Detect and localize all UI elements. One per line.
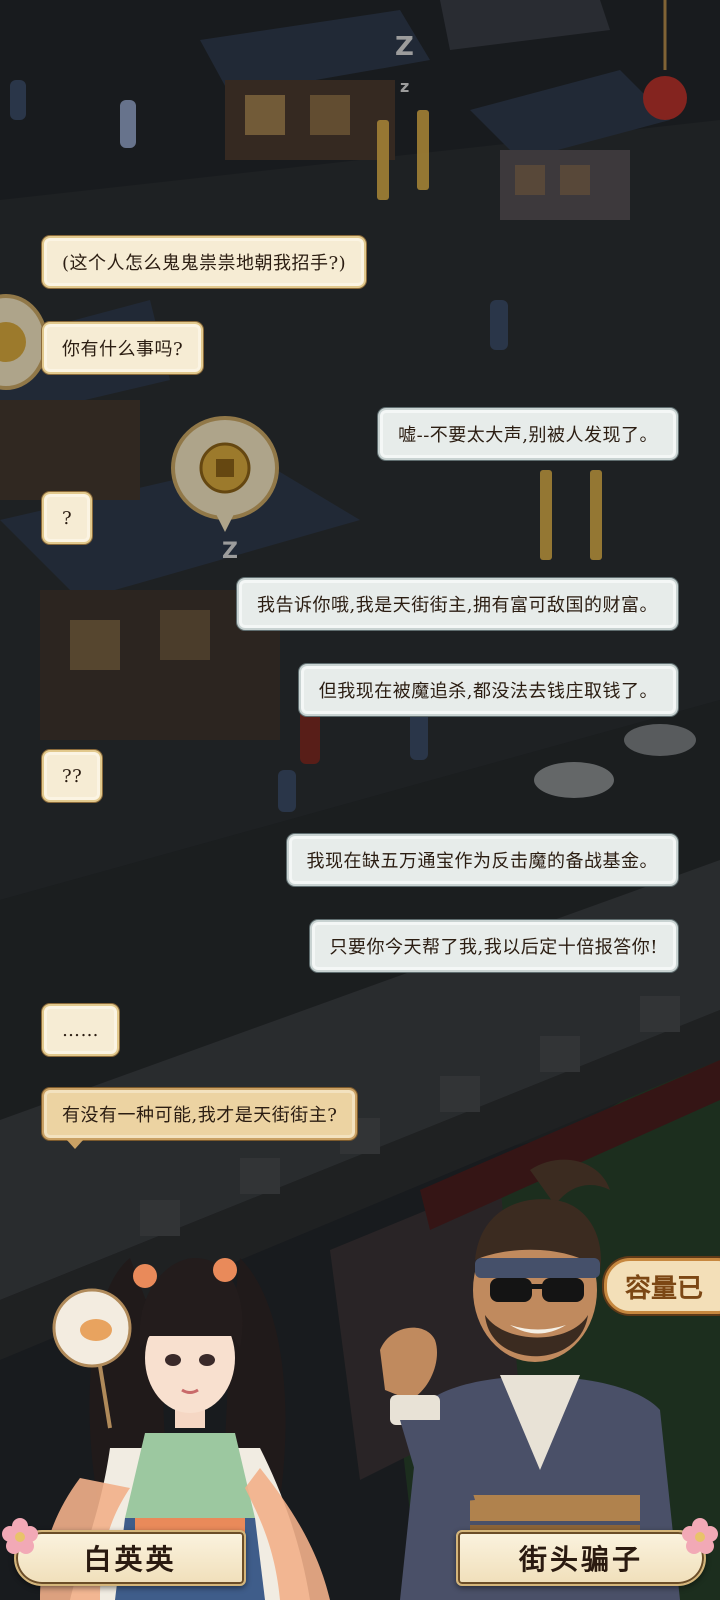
capacity-text: 容量已 <box>625 1273 704 1304</box>
dialogue-bubble-right: 但我现在被魔追杀,都没法去钱庄取钱了。 <box>298 664 678 716</box>
dialogue-bubble-right: 我现在缺五万通宝作为反击魔的备战基金。 <box>286 834 678 886</box>
dialogue-bubble-right: 只要你今天帮了我,我以后定十倍报答你! <box>309 920 678 972</box>
dialogue-text: 我告诉你哦,我是天街街主,拥有富可敌国的财富。 <box>257 595 658 616</box>
dialogue-text: 嘘--不要太大声,别被人发现了。 <box>398 425 658 446</box>
dialogue-bubble-left: …… <box>42 1004 119 1056</box>
dialogue-bubble-left: ?? <box>42 750 103 802</box>
dialogue-bubble-left: ? <box>42 492 93 544</box>
flower-icon <box>2 1518 38 1554</box>
dialogue-bubble-left: (这个人怎么鬼鬼祟祟地朝我招手?) <box>42 236 367 288</box>
dialogue-text: 有没有一种可能,我才是天街街主? <box>62 1105 338 1126</box>
speaker-nameplate-left: 白英英 <box>14 1530 246 1586</box>
dialogue-text: (这个人怎么鬼鬼祟祟地朝我招手?) <box>62 253 347 274</box>
speaker-name-right: 街头骗子 <box>518 1543 643 1576</box>
dialogue-text: ? <box>62 507 73 529</box>
dialogue-text: ?? <box>62 765 83 787</box>
dialogue-text: 但我现在被魔追杀,都没法去钱庄取钱了。 <box>318 681 658 702</box>
dialogue-text: …… <box>62 1019 99 1041</box>
speaker-nameplate-right: 街头骗子 <box>456 1530 706 1586</box>
dialogue-text: 你有什么事吗? <box>62 339 184 360</box>
speaker-name-left: 白英英 <box>83 1543 177 1576</box>
dialogue-bubble-left: 你有什么事吗? <box>42 322 204 374</box>
dialogue-bubble-current[interactable]: 有没有一种可能,我才是天街街主? <box>42 1088 358 1149</box>
capacity-full-tag: 容量已 <box>604 1258 720 1314</box>
flower-icon <box>682 1518 718 1554</box>
dialogue-bubble-right: 嘘--不要太大声,别被人发现了。 <box>378 408 678 460</box>
dialogue-text: 只要你今天帮了我,我以后定十倍报答你! <box>329 937 658 958</box>
dialogue-bubble-right: 我告诉你哦,我是天街街主,拥有富可敌国的财富。 <box>237 578 678 630</box>
dialogue-text: 我现在缺五万通宝作为反击魔的备战基金。 <box>306 851 658 872</box>
